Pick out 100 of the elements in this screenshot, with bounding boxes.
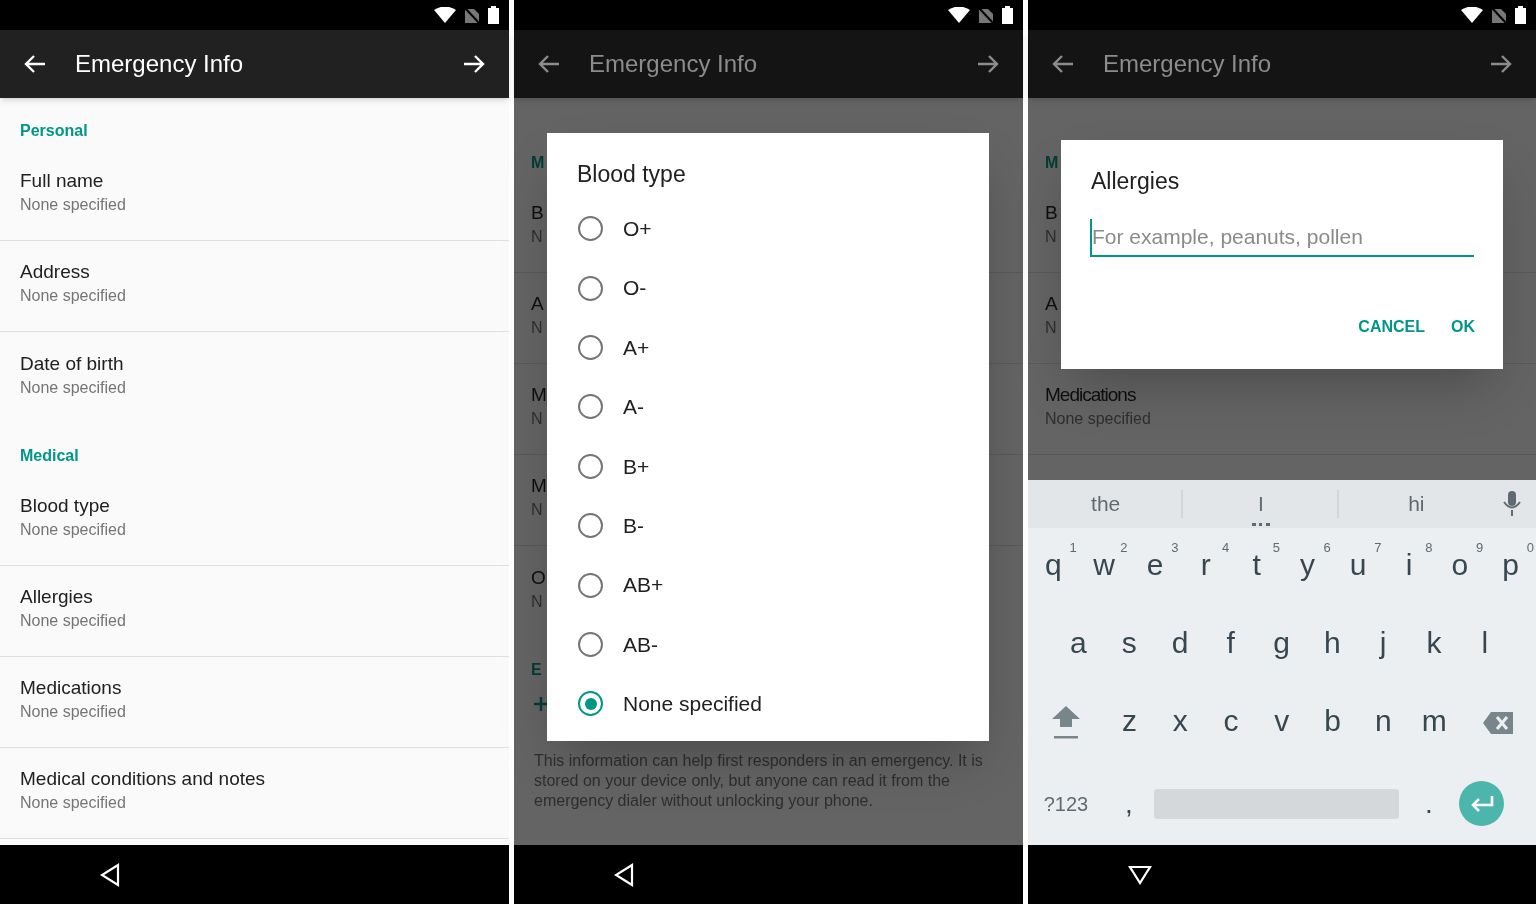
radio-button[interactable] [578,394,603,420]
item-value: None specified [20,286,126,306]
keyboard-key[interactable]: j [1357,606,1409,684]
item-title: Allergies [20,585,93,609]
keyboard-key[interactable]: t 5 [1231,528,1282,606]
keyboard-key[interactable]: y 6 [1282,528,1333,606]
radio-button[interactable] [578,453,603,479]
keyboard-key[interactable]: q 1 [1028,528,1079,606]
keyboard-key[interactable]: r 4 [1180,528,1232,606]
item-title: Medications [1045,383,1136,407]
keyboard-key[interactable]: v [1256,684,1308,762]
suggestion[interactable]: I [1258,488,1264,520]
radio-option[interactable]: AB+ [547,555,989,615]
suggestion[interactable]: the [1091,488,1121,520]
wifi-icon [434,7,456,23]
suggestion[interactable]: hi [1408,488,1425,520]
radio-option[interactable]: A- [547,377,989,437]
wifi-icon [1461,7,1483,23]
section-header: E [531,661,542,678]
keyboard-key[interactable]: h [1307,606,1358,684]
keyboard-key[interactable]: k [1408,606,1460,684]
keyboard-key[interactable]: n [1358,684,1409,762]
item-title: M [531,383,546,407]
keyboard-key[interactable]: m [1408,684,1460,762]
list-item[interactable]: Medications None specified [0,657,509,748]
option-label: O- [623,275,647,302]
no-sim-icon [465,7,479,23]
battery-icon [488,6,499,24]
item-title: Blood type [20,494,110,518]
list-item[interactable]: Full name None specified [0,150,509,241]
item-title: Address [20,260,90,284]
plus-icon[interactable] [534,697,548,711]
radio-option[interactable]: B+ [547,436,989,496]
item-title: Full name [20,169,104,193]
backspace-icon[interactable] [1482,712,1513,734]
item-value: None specified [20,377,126,398]
enter-key[interactable] [1459,781,1504,826]
item-title: M [531,474,546,498]
item-value: None specified [20,793,126,813]
section-header: M [1045,154,1059,171]
hide-keyboard-icon[interactable] [1128,864,1152,885]
radio-option[interactable]: None specified [547,674,989,734]
option-label: A+ [623,334,650,361]
radio-option[interactable]: O+ [547,199,989,259]
dialog-button[interactable]: OK [1439,308,1487,345]
radio-button[interactable] [578,275,603,301]
item-value: None specified [20,195,126,215]
radio-option[interactable]: AB- [547,614,989,675]
radio-option[interactable]: B- [547,495,989,556]
item-value: None specified [20,702,126,722]
keyboard-key[interactable]: s [1103,606,1155,684]
dialog-button[interactable]: CANCEL [1346,308,1437,345]
keyboard-key[interactable]: f [1205,606,1257,684]
list-item[interactable]: Address None specified [0,241,509,332]
keyboard-key[interactable]: z [1104,684,1155,762]
key-hint: 2 [1120,539,1128,557]
list-item[interactable]: Medical conditions and notes None specified [0,748,509,839]
option-label: B- [623,512,644,539]
keyboard-key[interactable]: c [1205,684,1257,762]
list-item[interactable]: Date of birth None specified [0,332,509,423]
radio-button[interactable] [578,334,603,360]
radio-button[interactable] [578,513,603,539]
radio-button[interactable] [578,216,603,242]
keyboard-key[interactable]: a [1053,606,1104,684]
key-hint: 4 [1221,539,1230,557]
radio-option[interactable]: A+ [547,317,989,378]
keyboard-key[interactable]: i 8 [1383,528,1435,606]
keyboard-key[interactable]: l [1459,606,1511,684]
option-label: O+ [623,215,652,242]
key-hint: 8 [1425,539,1433,557]
radio-button[interactable] [578,691,603,717]
keyboard-key[interactable]: g [1256,606,1307,684]
list-item[interactable]: Blood type None specified [0,475,509,566]
keyboard-key[interactable]: o 9 [1434,528,1486,606]
battery-icon [1002,6,1013,24]
radio-button[interactable] [578,572,603,598]
keyboard-key[interactable]: e 3 [1129,528,1181,606]
keyboard-key[interactable]: d [1154,606,1206,684]
text-input-field[interactable]: For example, peanuts, pollen [1090,218,1474,257]
back-icon[interactable] [100,862,120,887]
radio-option[interactable]: O- [547,258,989,318]
option-label: B+ [623,453,650,480]
enter-icon [1469,795,1494,812]
key-hint: 7 [1374,539,1382,557]
screen-title: Emergency Info [75,49,245,79]
list-item[interactable]: Allergies None specified [0,566,509,657]
keyboard-key[interactable]: b [1307,684,1358,762]
keyboard-key[interactable]: x [1154,684,1206,762]
option-label: AB- [623,631,658,658]
symbols-key[interactable]: ?123 [1028,788,1104,819]
section-header: Personal [20,122,88,139]
keyboard-key[interactable]: u 7 [1332,528,1384,606]
shift-icon[interactable] [1051,706,1081,740]
comma-key[interactable]: , [1104,782,1154,825]
period-key[interactable]: . [1399,782,1459,825]
microphone-icon[interactable] [1502,491,1522,517]
keyboard-key[interactable]: p 0 [1485,528,1536,606]
back-icon[interactable] [614,862,634,887]
radio-button[interactable] [578,631,603,657]
item-title: Date of birth [20,351,124,376]
